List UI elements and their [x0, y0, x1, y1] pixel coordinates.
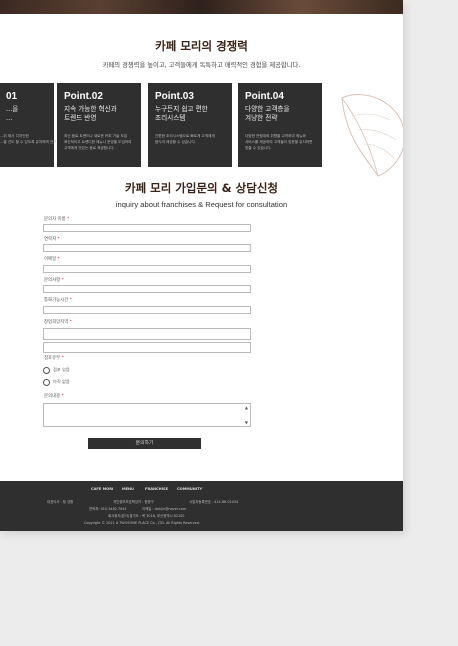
point-title: 누구든지 쉽고 편한 조리시스템 [155, 105, 208, 122]
hero-image-strip [0, 0, 403, 14]
point-number: Point.03 [155, 91, 194, 102]
submit-button[interactable]: 문의하기 [88, 438, 201, 449]
point-card-03: Point.03 누구든지 쉽고 편한 조리시스템 간편한 조리시스템으로 빠르… [148, 83, 232, 167]
competitiveness-title: 카페 모리의 경쟁력 [155, 39, 248, 53]
store-yes-radio[interactable] [43, 367, 50, 374]
footer-copyright: Copyright © 2021 A TWOSOME PLACE Co., LT… [84, 521, 200, 525]
inquiry-title: 카페 모리 가입문의 & 상담신청 [124, 181, 278, 195]
footer-contact: 연락처: 010-3482-7641 [89, 507, 127, 511]
footer-nav-cafemori[interactable]: CAFE MORI [91, 487, 113, 491]
email-input[interactable] [43, 265, 251, 273]
phone-input[interactable] [43, 244, 251, 252]
scroll-up-icon[interactable]: ▲ [245, 405, 248, 410]
phone-label: 연락처 * [44, 237, 60, 242]
inquiry-subtitle: inquiry about franchises & Request for c… [115, 200, 288, 209]
region-input-2[interactable] [43, 342, 251, 353]
footer-nav-community[interactable]: COMMUNITY [177, 487, 202, 491]
coffee-leaf-illustration [341, 94, 403, 177]
point-title: 다양한 고객층을 겨냥한 전략 [245, 105, 290, 122]
footer-business-number: 사업자등록번호 : 414-86-01054 [189, 500, 239, 504]
point-desc: 간편한 조리시스템으로 빠르게 고객에게 음식과 제공할 수 있습니다. [155, 134, 215, 144]
footer-address: 회사위치(본사)경기도 : 목 3018, 부산광역시 82100 [108, 514, 185, 518]
point-desc: 최신 음료 트렌드나 새로운 커피 기술 도입 혁신적이고 트렌디한 메뉴나 운… [64, 134, 132, 150]
point-card-04: Point.04 다양한 고객층을 겨냥한 전략 다양한 연령대와 취향을 고려… [238, 83, 322, 167]
store-label: 점포유무 * [44, 356, 64, 361]
region-label: 창업희망지역 * [44, 320, 72, 325]
point-number: Point.02 [64, 91, 103, 102]
point-number: Point.04 [245, 91, 284, 102]
page: 카페 모리의 경쟁력 카페의 경쟁력을 높이고, 고객들에게 독특하고 매력적인… [0, 0, 403, 531]
inquiry-topic-label: 문의사항 * [44, 278, 64, 283]
footer-nav-franchise[interactable]: FRANCHISE [145, 487, 168, 491]
store-yes-label: 점포 있음 [53, 367, 70, 372]
point-card-02: Point.02 지속 가능한 혁신과 트렌드 반영 최신 음료 트렌드나 새로… [57, 83, 141, 167]
footer-privacy-officer: 개인정보보호책임자 : 정명구 [113, 500, 154, 504]
name-label: 문의자 이름 * [44, 217, 70, 222]
call-time-label: 통화가능시간 * [44, 298, 72, 303]
footer-email: 이메일 : dohjin@naver.com [142, 507, 187, 511]
scroll-down-icon[interactable]: ▼ [245, 420, 248, 425]
competitiveness-subtitle: 카페의 경쟁력을 높이고, 고객들에게 독특하고 매력적인 경험을 제공합니다. [102, 62, 301, 69]
region-input-1[interactable] [43, 328, 251, 340]
point-title: 지속 가능한 혁신과 트렌드 반영 [64, 105, 117, 122]
email-label: 이메일 * [44, 257, 60, 262]
message-label: 문의내용 * [44, 394, 64, 399]
point-desc: 다양한 연령대와 취향을 고려하여 메뉴와 서비스를 제공하여 고객들이 방문을… [245, 134, 313, 150]
name-input[interactable] [43, 224, 251, 232]
footer-ceo: 대표이사 : 정 성환 [47, 500, 74, 504]
point-number: 01 [6, 91, 18, 102]
footer: CAFE MORI MENU FRANCHISE COMMUNITY 대표이사 … [0, 481, 403, 531]
store-no-radio[interactable] [43, 379, 50, 386]
footer-nav-menu[interactable]: MENU [122, 487, 134, 491]
call-time-input[interactable] [43, 306, 251, 314]
store-no-label: 아직 없음 [53, 379, 70, 384]
inquiry-topic-input[interactable] [43, 285, 251, 293]
message-textarea[interactable]: ▲ ▼ [43, 403, 251, 427]
point-card-01: 01 ...을 ... ...취 해서 디자인한 ...을 선도 할 수 있도록… [0, 83, 63, 167]
